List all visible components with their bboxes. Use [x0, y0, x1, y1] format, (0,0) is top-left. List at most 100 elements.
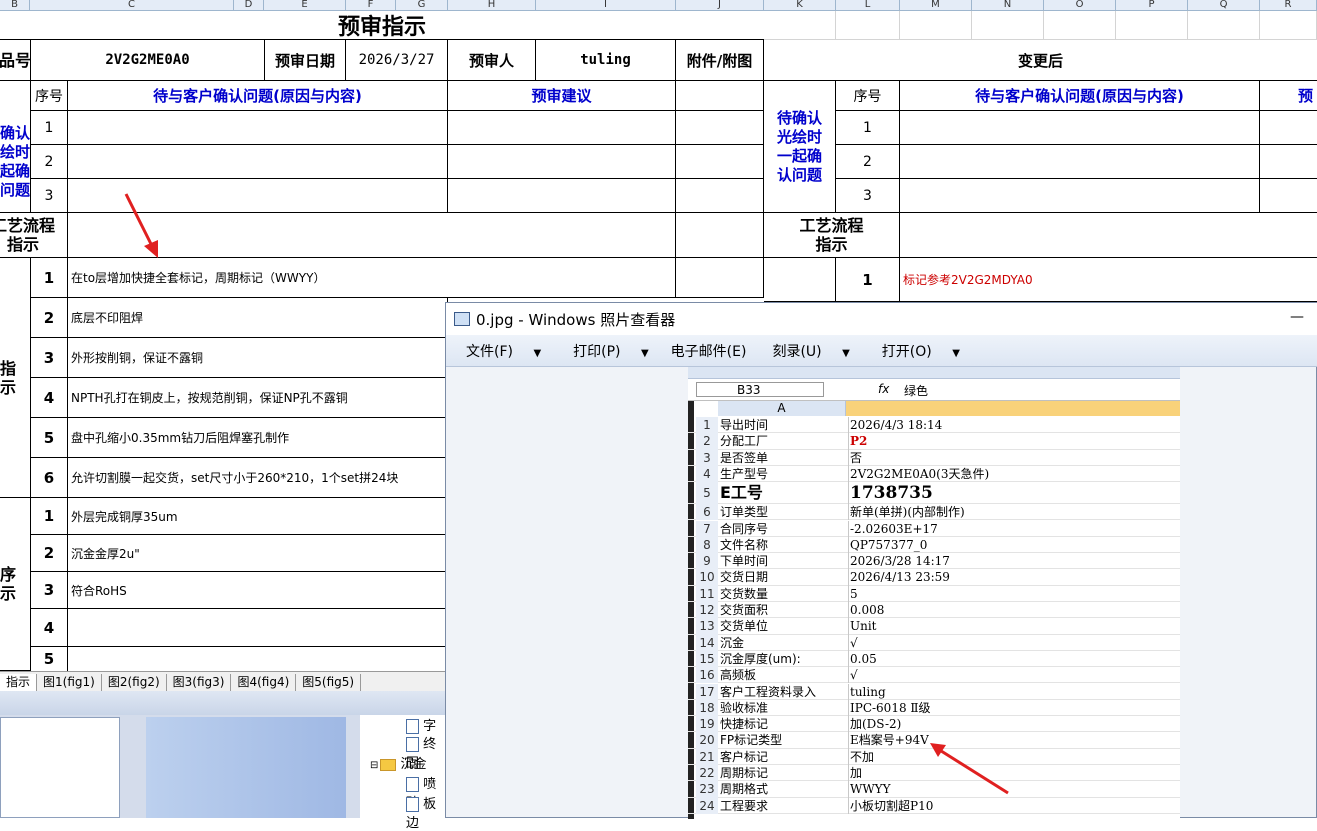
- sheet-tab-fig2[interactable]: 图2(fig2): [102, 674, 167, 691]
- menu-email[interactable]: 电子邮件(E): [671, 341, 747, 361]
- grid-cell[interactable]: [676, 81, 764, 111]
- instruction-text[interactable]: 外形按削铜，保证不露铜: [68, 338, 448, 378]
- col-header-n[interactable]: N: [972, 0, 1044, 11]
- col-header-h[interactable]: H: [448, 0, 536, 11]
- grid-cell[interactable]: [676, 179, 764, 213]
- process-label-right[interactable]: 工艺流程 指示: [764, 213, 900, 258]
- grid-cell[interactable]: [1188, 11, 1260, 40]
- confirm-issue-cell[interactable]: [68, 145, 448, 179]
- col-header-k[interactable]: K: [764, 0, 836, 11]
- seq-header-right[interactable]: 序号: [836, 81, 900, 111]
- requirement-text[interactable]: [68, 647, 448, 671]
- confirm-suggest-cell[interactable]: [448, 111, 676, 145]
- suggestion-header-right[interactable]: 预: [1260, 81, 1317, 111]
- sheet-tab-fig4[interactable]: 图4(fig4): [231, 674, 297, 691]
- confirm-row-num-right[interactable]: 2: [836, 145, 900, 179]
- after-change-label[interactable]: 变更后: [764, 40, 1317, 81]
- col-header-d[interactable]: D: [234, 0, 264, 11]
- grid-cell[interactable]: [972, 11, 1044, 40]
- col-header-l[interactable]: L: [836, 0, 900, 11]
- tree-view[interactable]: 字符 终固 ⊟ 沉金 喷砂 板边: [360, 715, 445, 831]
- sheet-tab-fig3[interactable]: 图3(fig3): [167, 674, 232, 691]
- col-header-b[interactable]: B: [0, 0, 30, 11]
- grid-cell[interactable]: [836, 11, 900, 40]
- instruction-num[interactable]: 6: [31, 458, 68, 498]
- grid-cell[interactable]: [0, 81, 31, 111]
- grid-cell[interactable]: [900, 11, 972, 40]
- col-header-c[interactable]: C: [30, 0, 234, 11]
- grid-cell[interactable]: [676, 111, 764, 145]
- grid-cell[interactable]: [676, 145, 764, 179]
- sheet-tab-instructions[interactable]: 指示: [0, 674, 38, 691]
- confirm-row-num[interactable]: 2: [31, 145, 68, 179]
- col-header-q[interactable]: Q: [1188, 0, 1260, 11]
- requirement-text[interactable]: [68, 609, 448, 647]
- part-no-label[interactable]: 品号: [0, 40, 31, 81]
- grid-cell[interactable]: [900, 179, 1260, 213]
- requirement-num[interactable]: 2: [31, 535, 68, 572]
- menu-open[interactable]: 打开(O) ▼: [872, 341, 966, 361]
- sheet-tab-fig1[interactable]: 图1(fig1): [37, 674, 102, 691]
- requirement-text[interactable]: 外层完成铜厚35um: [68, 498, 448, 535]
- grid-cell[interactable]: [1260, 111, 1317, 145]
- instruction-num[interactable]: 4: [31, 378, 68, 418]
- requirement-text[interactable]: 沉金金厚2u": [68, 535, 448, 572]
- confirm-row-num[interactable]: 1: [31, 111, 68, 145]
- confirm-row-num-right[interactable]: 3: [836, 179, 900, 213]
- requirement-group-label[interactable]: 序 示: [0, 498, 31, 671]
- col-header-e[interactable]: E: [264, 0, 346, 11]
- confirm-row-num[interactable]: 3: [31, 179, 68, 213]
- instruction-num[interactable]: 3: [31, 338, 68, 378]
- sheet-title[interactable]: 预审指示: [0, 11, 764, 40]
- instruction-text[interactable]: 盘中孔缩小0.35mm钻刀后阻焊塞孔制作: [68, 418, 448, 458]
- col-header-r[interactable]: R: [1260, 0, 1317, 11]
- tree-item[interactable]: 板边: [406, 793, 445, 831]
- issue-header-right[interactable]: 待与客户确认问题(原因与内容): [900, 81, 1260, 111]
- viewer-titlebar[interactable]: 0.jpg - Windows 照片查看器 —: [446, 303, 1317, 335]
- col-header-o[interactable]: O: [1044, 0, 1116, 11]
- attachment-label[interactable]: 附件/附图: [676, 40, 764, 81]
- reviewer-label[interactable]: 预审人: [448, 40, 536, 81]
- review-date-value[interactable]: 2026/3/27: [346, 40, 448, 81]
- requirement-num[interactable]: 4: [31, 609, 68, 647]
- requirement-num[interactable]: 5: [31, 647, 68, 671]
- instruction-text[interactable]: 允许切割膜一起交货，set尺寸小于260*210，1个set拼24块: [68, 458, 448, 498]
- seq-header[interactable]: 序号: [31, 81, 68, 111]
- menu-file[interactable]: 文件(F) ▼: [456, 341, 547, 361]
- collapse-icon[interactable]: ⊟: [370, 760, 378, 771]
- process-label-left[interactable]: 工艺流程 指示: [0, 213, 68, 258]
- grid-cell[interactable]: [900, 213, 1317, 258]
- right-process-text[interactable]: 标记参考2V2G2MDYA0: [900, 258, 1317, 302]
- part-no-value[interactable]: 2V2G2ME0A0: [31, 40, 265, 81]
- instruction-text[interactable]: 底层不印阻焊: [68, 298, 448, 338]
- col-header-i[interactable]: I: [536, 0, 676, 11]
- instruction-text[interactable]: 在to层增加快捷全套标记，周期标记（WWYY）: [68, 258, 676, 298]
- grid-cell[interactable]: [1260, 179, 1317, 213]
- requirement-num[interactable]: 3: [31, 572, 68, 609]
- grid-cell[interactable]: [676, 213, 764, 258]
- instruction-num[interactable]: 5: [31, 418, 68, 458]
- tree-folder[interactable]: ⊟ 沉金: [370, 753, 427, 772]
- suggestion-header[interactable]: 预审建议: [448, 81, 676, 111]
- requirement-text[interactable]: 符合RoHS: [68, 572, 448, 609]
- issue-header[interactable]: 待与客户确认问题(原因与内容): [68, 81, 448, 111]
- menu-burn[interactable]: 刻录(U) ▼: [762, 341, 855, 361]
- grid-cell[interactable]: [1260, 145, 1317, 179]
- instruction-text[interactable]: NPTH孔打在铜皮上，按规范削铜，保证NP孔不露铜: [68, 378, 448, 418]
- menu-print[interactable]: 打印(P) ▼: [563, 341, 655, 361]
- confirm-suggest-cell[interactable]: [448, 179, 676, 213]
- grid-cell[interactable]: [764, 258, 836, 302]
- grid-cell[interactable]: [1044, 11, 1116, 40]
- col-header-p[interactable]: P: [1116, 0, 1188, 11]
- instruction-num[interactable]: 1: [31, 258, 68, 298]
- reviewer-value[interactable]: tuling: [536, 40, 676, 81]
- instruction-group-label[interactable]: 指 示: [0, 258, 31, 498]
- confirm-suggest-cell[interactable]: [448, 145, 676, 179]
- right-confirm-group-label[interactable]: 待确认 光绘时 一起确 认问题: [764, 81, 836, 213]
- confirm-row-num-right[interactable]: 1: [836, 111, 900, 145]
- requirement-num[interactable]: 1: [31, 498, 68, 535]
- col-header-m[interactable]: M: [900, 0, 972, 11]
- grid-cell[interactable]: [900, 145, 1260, 179]
- instruction-num[interactable]: 2: [31, 298, 68, 338]
- sheet-tab-fig5[interactable]: 图5(fig5): [296, 674, 362, 691]
